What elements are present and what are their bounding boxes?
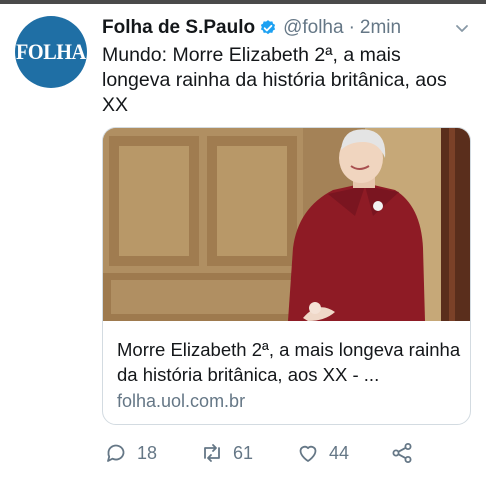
share-icon: [392, 443, 412, 463]
share-button[interactable]: [390, 440, 414, 466]
avatar-logo-text: FOLHA: [16, 39, 86, 64]
card-image: [103, 128, 470, 321]
card-title: Morre Elizabeth 2ª, a mais longeva rainh…: [117, 339, 461, 385]
tweet-actions: 18 61 44: [104, 440, 424, 466]
chevron-down-icon[interactable]: [452, 18, 472, 38]
retweet-icon: [204, 444, 220, 462]
reply-button[interactable]: 18: [104, 440, 157, 466]
author-name[interactable]: Folha de S.Paulo: [102, 17, 255, 39]
separator-dot: ·: [348, 17, 355, 38]
reply-icon: [107, 444, 125, 462]
like-button[interactable]: 44: [296, 440, 349, 466]
verified-badge-icon: [260, 20, 276, 35]
card-domain: folha.uol.com.br: [117, 391, 246, 411]
tweet-timestamp[interactable]: 2min: [360, 17, 401, 39]
top-bar: [0, 0, 486, 4]
retweet-button[interactable]: 61: [200, 440, 253, 466]
tweet-header: Folha de S.Paulo @folha · 2min: [102, 16, 472, 40]
reply-count: 18: [137, 442, 158, 463]
avatar[interactable]: FOLHA: [15, 16, 87, 88]
tweet-text: Mundo: Morre Elizabeth 2ª, a mais longev…: [102, 44, 447, 116]
heart-icon: [299, 445, 317, 462]
retweet-count: 61: [233, 442, 254, 463]
link-card[interactable]: Morre Elizabeth 2ª, a mais longeva rainh…: [102, 127, 471, 425]
author-handle[interactable]: @folha: [283, 17, 344, 39]
like-count: 44: [329, 442, 350, 463]
